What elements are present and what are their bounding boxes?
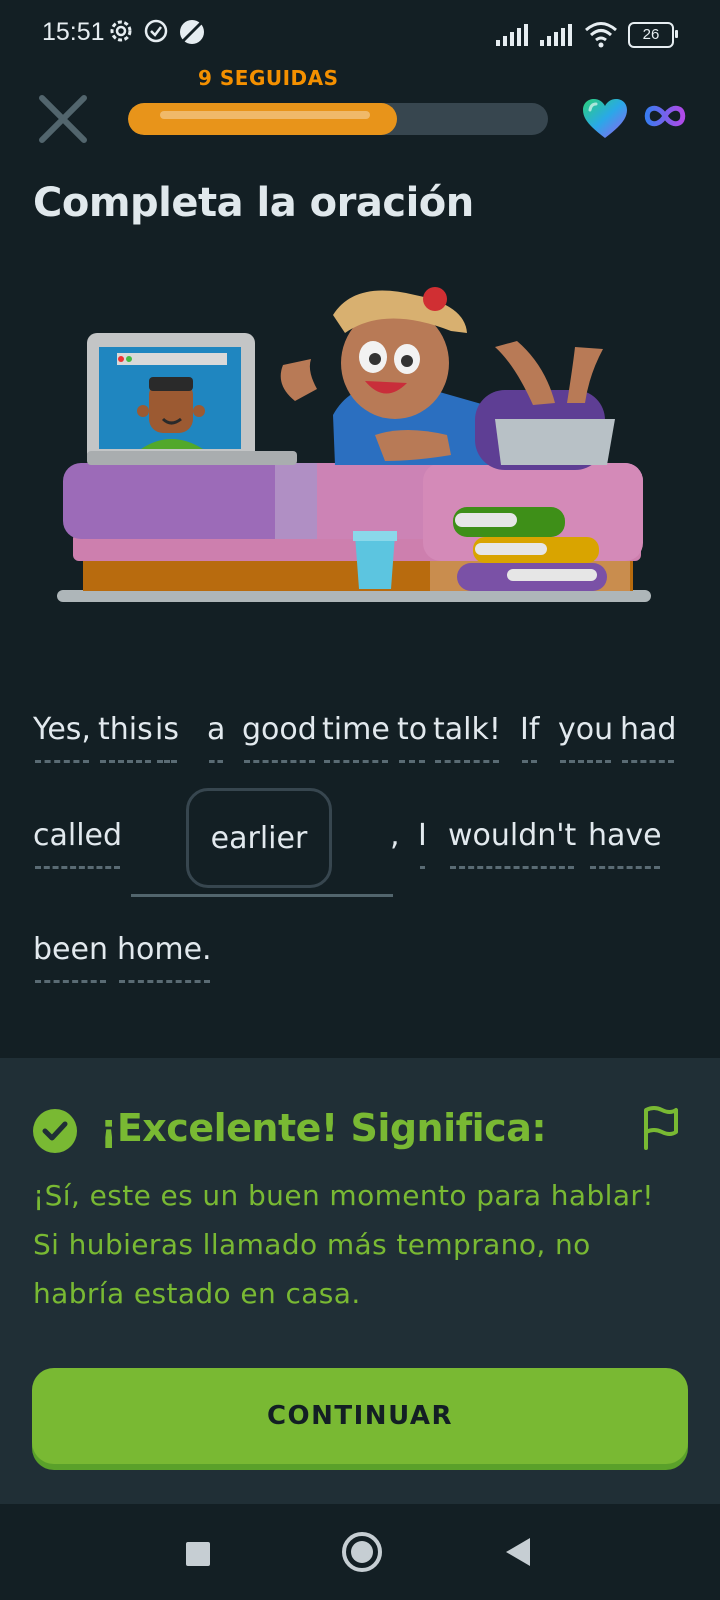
sentence-word[interactable]: talk! [433,712,501,763]
continue-button[interactable]: CONTINUAR [32,1368,688,1464]
sentence-word[interactable]: had [620,712,676,763]
recents-icon[interactable] [186,1542,210,1566]
sentence-word[interactable]: to [397,712,427,763]
feedback-translation: ¡Sí, este es un buen momento para hablar… [33,1179,654,1310]
status-bar: 15:51 26 [0,0,720,70]
sentence-word[interactable]: been [33,932,108,983]
check-circle-icon [144,19,168,43]
flag-icon[interactable] [642,1104,682,1152]
close-icon[interactable] [34,90,92,148]
exercise-title: Completa la oración [33,180,474,226]
settings-gear-icon [110,20,132,42]
sentence-punctuation: , [390,818,400,853]
sentence-word[interactable]: have [588,818,662,869]
home-icon[interactable] [342,1532,382,1572]
sentence-word[interactable]: this [98,712,153,763]
sentence-word[interactable]: time [322,712,390,763]
signal-icon [540,24,572,46]
sentence-word[interactable]: wouldn't [448,818,576,869]
battery-icon: 26 [628,22,678,48]
progress-shine [160,111,370,119]
sentence-word[interactable]: Yes, [33,712,91,763]
status-time: 15:51 [42,18,105,46]
sentence-word[interactable]: If [520,712,539,763]
signal-icon [496,24,528,46]
check-circle-icon [33,1109,77,1153]
progress-bar [128,103,548,135]
feedback-panel: ¡Excelente! Significa: ¡Sí, este es un b… [0,1058,720,1504]
wifi-icon [585,22,617,48]
sentence-word[interactable]: is [155,712,179,763]
streak-label: 9 SEGUIDAS [198,66,339,90]
no-sync-icon [180,20,204,44]
sentence-word[interactable]: good [242,712,317,763]
sentence-word[interactable]: called [33,818,122,869]
feedback-title: ¡Excelente! Significa: [100,1106,547,1150]
sentence-word[interactable]: you [558,712,613,763]
sentence-word[interactable]: a [207,712,225,763]
sentence-word[interactable]: I [418,818,427,869]
sentence-word[interactable]: home. [117,932,212,983]
answer-chip[interactable]: earlier [186,788,332,888]
answer-blank-line [131,894,393,897]
progress-fill [128,103,397,135]
heart-icon[interactable] [582,98,628,140]
back-icon[interactable] [506,1538,530,1566]
infinity-icon [644,105,686,127]
character-illustration [57,287,651,602]
